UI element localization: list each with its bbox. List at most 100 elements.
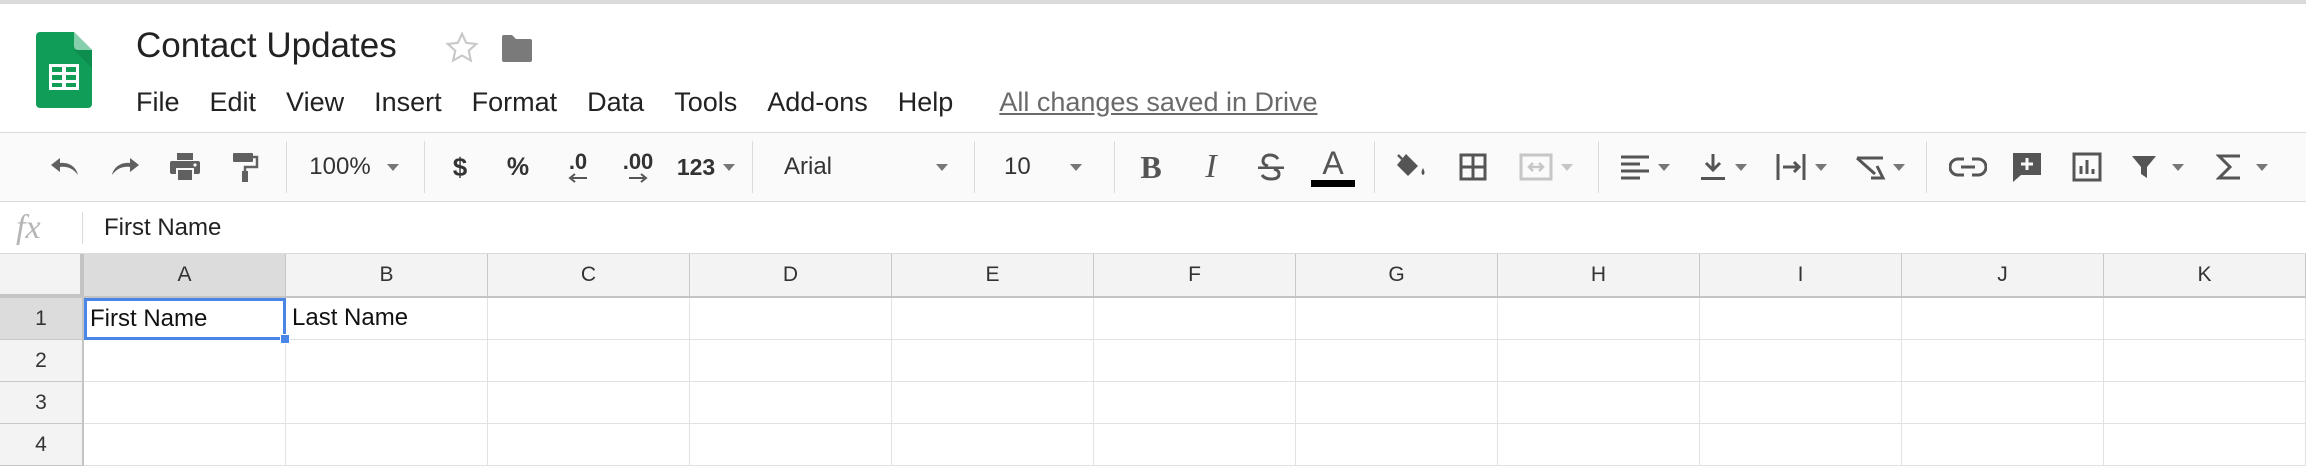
cell-e4[interactable] <box>892 424 1094 466</box>
cell-a2[interactable] <box>84 340 286 382</box>
menu-data[interactable]: Data <box>587 87 644 118</box>
text-wrap-button[interactable] <box>1768 133 1834 201</box>
increase-decimals-button[interactable]: .00 <box>612 133 664 201</box>
menu-edit[interactable]: Edit <box>210 87 257 118</box>
strikethrough-button[interactable] <box>1248 133 1294 201</box>
cell-f2[interactable] <box>1094 340 1296 382</box>
column-header-h[interactable]: H <box>1498 254 1700 298</box>
cell-j4[interactable] <box>1902 424 2104 466</box>
cell-h1[interactable] <box>1498 298 1700 340</box>
functions-button[interactable] <box>2206 133 2278 201</box>
text-color-button[interactable]: A <box>1306 133 1360 201</box>
cell-f4[interactable] <box>1094 424 1296 466</box>
menu-tools[interactable]: Tools <box>674 87 737 118</box>
bold-button[interactable]: B <box>1128 133 1174 201</box>
cell-e3[interactable] <box>892 382 1094 424</box>
text-rotation-button[interactable] <box>1846 133 1912 201</box>
cell-d4[interactable] <box>690 424 892 466</box>
fill-color-button[interactable] <box>1388 133 1434 201</box>
cell-b1[interactable]: Last Name <box>286 298 488 340</box>
horizontal-align-button[interactable] <box>1612 133 1678 201</box>
more-formats-select[interactable]: 123 <box>670 133 742 201</box>
cell-k2[interactable] <box>2104 340 2306 382</box>
format-currency-button[interactable]: $ <box>438 133 482 201</box>
column-header-j[interactable]: J <box>1902 254 2104 298</box>
vertical-align-button[interactable] <box>1690 133 1756 201</box>
sheets-logo-icon[interactable] <box>36 32 92 108</box>
row-header-2[interactable]: 2 <box>0 340 84 382</box>
cell-f1[interactable] <box>1094 298 1296 340</box>
borders-button[interactable] <box>1450 133 1496 201</box>
select-all-corner[interactable] <box>0 254 84 298</box>
cell-c1[interactable] <box>488 298 690 340</box>
italic-button[interactable]: I <box>1188 133 1234 201</box>
cell-b4[interactable] <box>286 424 488 466</box>
cell-e1[interactable] <box>892 298 1094 340</box>
print-button[interactable] <box>162 133 208 201</box>
cell-j1[interactable] <box>1902 298 2104 340</box>
cell-a3[interactable] <box>84 382 286 424</box>
cell-j3[interactable] <box>1902 382 2104 424</box>
column-header-c[interactable]: C <box>488 254 690 298</box>
cell-c2[interactable] <box>488 340 690 382</box>
column-header-f[interactable]: F <box>1094 254 1296 298</box>
merge-cells-button[interactable] <box>1512 133 1580 201</box>
formula-input[interactable]: First Name <box>104 214 221 242</box>
font-size-select[interactable]: 10 <box>984 133 1096 201</box>
cell-a1[interactable]: First Name <box>84 298 286 340</box>
insert-chart-button[interactable] <box>2064 133 2110 201</box>
insert-comment-button[interactable] <box>2004 133 2050 201</box>
cell-d1[interactable] <box>690 298 892 340</box>
menu-file[interactable]: File <box>136 87 180 118</box>
cell-h3[interactable] <box>1498 382 1700 424</box>
cell-d2[interactable] <box>690 340 892 382</box>
column-header-b[interactable]: B <box>286 254 488 298</box>
cell-e2[interactable] <box>892 340 1094 382</box>
row-header-3[interactable]: 3 <box>0 382 84 424</box>
cell-g2[interactable] <box>1296 340 1498 382</box>
cell-k4[interactable] <box>2104 424 2306 466</box>
zoom-select[interactable]: 100% <box>298 133 410 201</box>
cell-b2[interactable] <box>286 340 488 382</box>
cell-h2[interactable] <box>1498 340 1700 382</box>
star-icon[interactable] <box>444 30 480 66</box>
menu-view[interactable]: View <box>286 87 344 118</box>
document-title[interactable]: Contact Updates <box>136 26 397 66</box>
cell-j2[interactable] <box>1902 340 2104 382</box>
filter-button[interactable] <box>2124 133 2190 201</box>
row-header-1[interactable]: 1 <box>0 298 84 340</box>
redo-button[interactable] <box>102 133 148 201</box>
cell-i2[interactable] <box>1700 340 1902 382</box>
cell-b3[interactable] <box>286 382 488 424</box>
cell-d3[interactable] <box>690 382 892 424</box>
cell-c3[interactable] <box>488 382 690 424</box>
column-header-d[interactable]: D <box>690 254 892 298</box>
cell-f3[interactable] <box>1094 382 1296 424</box>
cell-k1[interactable] <box>2104 298 2306 340</box>
menu-insert[interactable]: Insert <box>374 87 442 118</box>
column-header-a[interactable]: A <box>84 254 286 298</box>
column-header-e[interactable]: E <box>892 254 1094 298</box>
menu-add-ons[interactable]: Add-ons <box>767 87 868 118</box>
menu-help[interactable]: Help <box>898 87 954 118</box>
paint-format-button[interactable] <box>222 133 268 201</box>
cell-g4[interactable] <box>1296 424 1498 466</box>
cell-g1[interactable] <box>1296 298 1498 340</box>
column-header-k[interactable]: K <box>2104 254 2306 298</box>
column-header-i[interactable]: I <box>1700 254 1902 298</box>
insert-link-button[interactable] <box>1942 133 1994 201</box>
cell-h4[interactable] <box>1498 424 1700 466</box>
undo-button[interactable] <box>42 133 88 201</box>
save-status-link[interactable]: All changes saved in Drive <box>999 87 1317 118</box>
cell-i1[interactable] <box>1700 298 1902 340</box>
column-header-g[interactable]: G <box>1296 254 1498 298</box>
folder-icon[interactable] <box>500 34 534 64</box>
row-header-4[interactable]: 4 <box>0 424 84 466</box>
font-family-select[interactable]: Arial <box>762 133 962 201</box>
fill-handle[interactable] <box>280 334 290 344</box>
format-percent-button[interactable]: % <box>496 133 540 201</box>
cell-a4[interactable] <box>84 424 286 466</box>
cell-i4[interactable] <box>1700 424 1902 466</box>
decrease-decimals-button[interactable]: .0 <box>554 133 602 201</box>
cell-g3[interactable] <box>1296 382 1498 424</box>
